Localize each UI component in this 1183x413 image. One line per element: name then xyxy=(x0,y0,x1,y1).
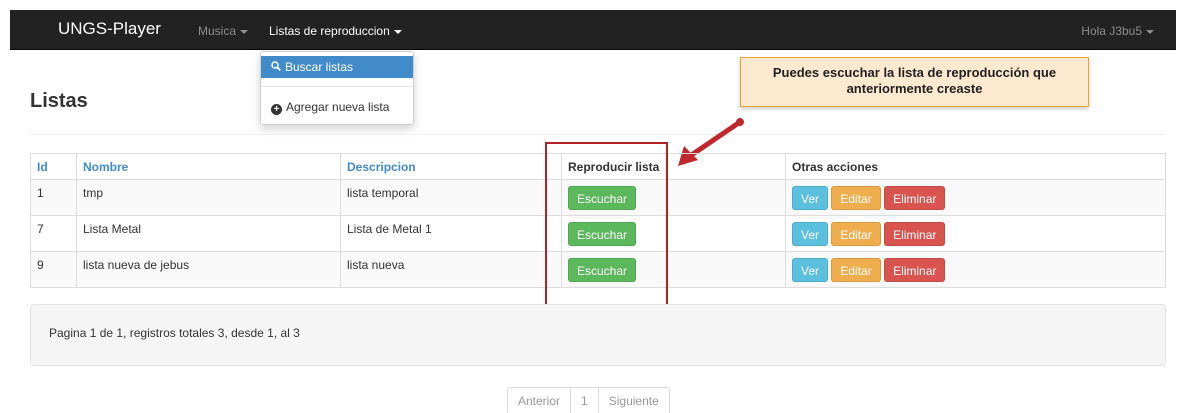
column-header-nombre[interactable]: Nombre xyxy=(76,153,341,180)
cell-acciones: Ver Editar Eliminar xyxy=(785,179,1166,216)
cell-id: 9 xyxy=(30,251,77,288)
cell-nombre: Lista Metal xyxy=(76,215,341,252)
top-navbar: UNGS-Player Musica Listas de reproduccio… xyxy=(10,10,1176,50)
editar-button[interactable]: Editar xyxy=(831,185,881,210)
ver-button[interactable]: Ver xyxy=(792,257,829,282)
pager-page-1[interactable]: 1 xyxy=(570,388,598,413)
editar-button[interactable]: Editar xyxy=(831,221,881,246)
dropdown-item-label: Agregar nueva lista xyxy=(286,100,390,114)
cell-nombre: lista nueva de jebus xyxy=(76,251,341,288)
nav-musica-dropdown[interactable]: Musica xyxy=(198,24,249,38)
eliminar-button[interactable]: Eliminar xyxy=(884,185,946,210)
eliminar-button[interactable]: Eliminar xyxy=(884,221,946,246)
annotation-callout: Puedes escuchar la lista de reproducción… xyxy=(740,57,1089,107)
nav-listas-dropdown[interactable]: Listas de reproduccion xyxy=(269,24,402,38)
ver-button[interactable]: Ver xyxy=(792,185,829,210)
title-divider xyxy=(30,134,1166,135)
chevron-down-icon xyxy=(1146,29,1154,34)
cell-id: 1 xyxy=(30,179,77,216)
listas-dropdown-menu: Buscar listas + Agregar nueva lista xyxy=(260,51,414,125)
ver-button[interactable]: Ver xyxy=(792,221,829,246)
nav-musica-label: Musica xyxy=(198,24,237,38)
dropdown-item-buscar-listas[interactable]: Buscar listas xyxy=(261,56,413,78)
pagination: Anterior 1 Siguiente xyxy=(507,387,670,413)
nav-listas-label: Listas de reproduccion xyxy=(269,24,390,38)
highlight-box xyxy=(545,142,668,312)
pager-next-button[interactable]: Siguiente xyxy=(597,388,669,413)
search-icon xyxy=(271,56,281,78)
cell-acciones: Ver Editar Eliminar xyxy=(785,215,1166,252)
column-header-acciones: Otras acciones xyxy=(785,153,1166,180)
editar-button[interactable]: Editar xyxy=(831,257,881,282)
chevron-down-icon xyxy=(240,29,249,34)
cell-nombre: tmp xyxy=(76,179,341,216)
cell-descripcion: lista nueva xyxy=(340,251,562,288)
user-menu[interactable]: Hola J3bu5 xyxy=(1081,24,1154,38)
cell-acciones: Ver Editar Eliminar xyxy=(785,251,1166,288)
column-header-id[interactable]: Id xyxy=(30,153,77,180)
pagination-summary: Pagina 1 de 1, registros totales 3, desd… xyxy=(30,304,1166,366)
dropdown-item-label: Buscar listas xyxy=(285,60,354,74)
dropdown-divider xyxy=(261,86,413,87)
column-header-descripcion[interactable]: Descripcion xyxy=(340,153,562,180)
chevron-down-icon xyxy=(393,29,402,34)
cell-descripcion: lista temporal xyxy=(340,179,562,216)
dropdown-item-agregar-lista[interactable]: + Agregar nueva lista xyxy=(261,96,413,118)
plus-circle-icon: + xyxy=(271,104,282,115)
brand-link[interactable]: UNGS-Player xyxy=(58,19,161,39)
cell-id: 7 xyxy=(30,215,77,252)
cell-descripcion: Lista de Metal 1 xyxy=(340,215,562,252)
pager-previous-button[interactable]: Anterior xyxy=(508,388,570,413)
page-title: Listas xyxy=(30,90,88,112)
user-greeting: Hola J3bu5 xyxy=(1081,24,1142,38)
eliminar-button[interactable]: Eliminar xyxy=(884,257,946,282)
